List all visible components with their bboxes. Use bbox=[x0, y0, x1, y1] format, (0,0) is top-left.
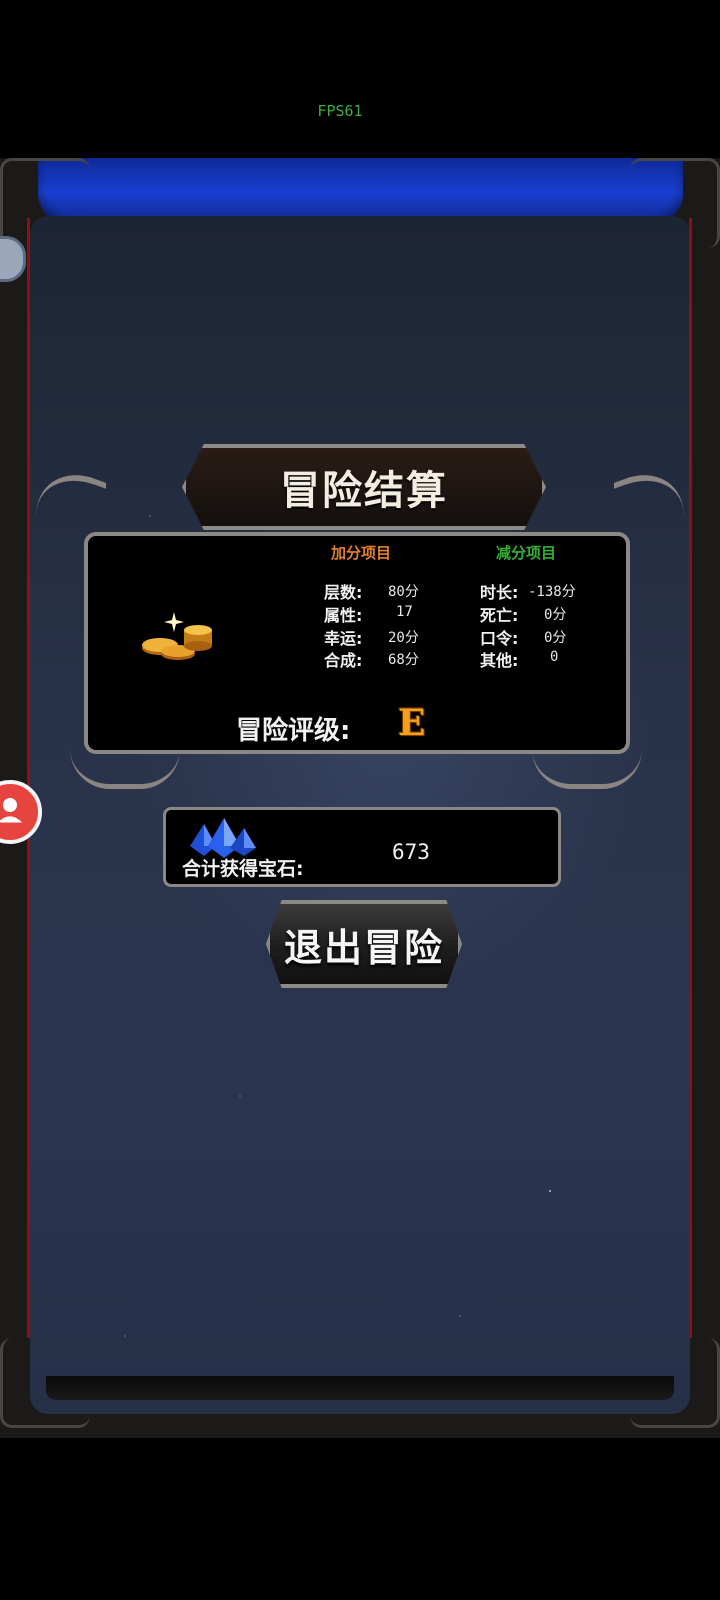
minus-value-duration: -138分 bbox=[528, 584, 576, 600]
bottom-bar bbox=[46, 1376, 674, 1400]
minus-value-other: 0 bbox=[550, 649, 559, 665]
person-icon bbox=[0, 798, 23, 823]
exit-button-label: 退出冒险 bbox=[283, 925, 444, 970]
blue-gems-icon bbox=[190, 818, 256, 858]
score-panel: 加分项目 减分项目 层数: 80分 属性: 17 幸运: 20分 合成: 68分… bbox=[84, 532, 630, 754]
game-frame bbox=[0, 158, 720, 1438]
corner-ornament bbox=[630, 158, 720, 248]
corner-ornament bbox=[0, 158, 90, 248]
plus-label-luck: 幸运: bbox=[324, 629, 363, 648]
result-title-plaque: 冒险结算 bbox=[182, 444, 546, 530]
left-rail bbox=[27, 218, 30, 1338]
minus-label-duration: 时长: bbox=[480, 583, 519, 602]
rating-label: 冒险评级: bbox=[236, 716, 351, 746]
plus-header: 加分项目 bbox=[331, 544, 392, 562]
exit-adventure-button[interactable]: 退出冒险 bbox=[266, 900, 462, 988]
right-rail bbox=[689, 218, 692, 1338]
gems-label: 合计获得宝石: bbox=[182, 858, 304, 880]
minus-label-other: 其他: bbox=[480, 651, 519, 670]
minus-value-password: 0分 bbox=[544, 630, 567, 646]
game-screen: FPS61 冒险结算 加分项目 减分项目 层数: 80分 属性: 17 幸运: … bbox=[0, 0, 720, 1600]
plus-label-attributes: 属性: bbox=[324, 606, 363, 625]
plus-value-synthesis: 68分 bbox=[388, 652, 419, 668]
panel-bracket-right bbox=[532, 724, 642, 789]
gold-coins-icon bbox=[142, 612, 212, 660]
user-avatar-icon[interactable] bbox=[0, 780, 42, 844]
plus-value-floors: 80分 bbox=[388, 584, 419, 600]
fps-counter: FPS61 bbox=[317, 102, 363, 120]
plus-value-attributes: 17 bbox=[396, 604, 413, 620]
gems-panel: 合计获得宝石: 673 bbox=[163, 807, 561, 887]
panel-bracket-left bbox=[70, 724, 180, 789]
minus-header: 减分项目 bbox=[496, 544, 557, 562]
minus-label-deaths: 死亡: bbox=[480, 606, 519, 625]
dialog-title: 冒险结算 bbox=[280, 468, 448, 514]
plus-label-synthesis: 合成: bbox=[324, 651, 363, 670]
plus-label-floors: 层数: bbox=[324, 583, 363, 602]
rating-value: E bbox=[398, 702, 426, 744]
gems-value: 673 bbox=[392, 840, 430, 864]
minus-label-password: 口令: bbox=[480, 629, 519, 648]
minus-value-deaths: 0分 bbox=[544, 607, 567, 623]
plus-value-luck: 20分 bbox=[388, 630, 419, 646]
